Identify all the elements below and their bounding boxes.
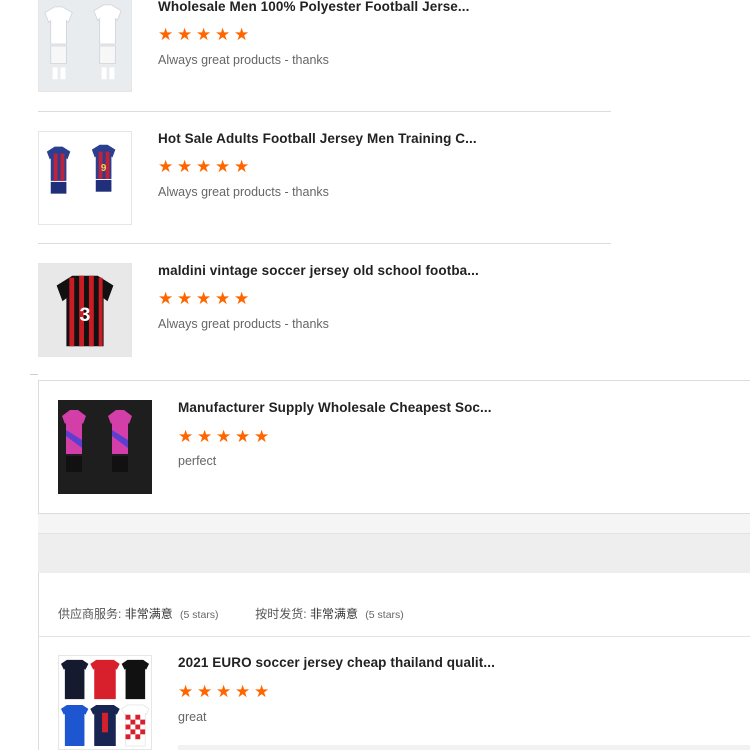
rating-stars: ★ ★ ★ ★ ★: [178, 428, 271, 445]
row-divider: [38, 111, 611, 112]
review-product-title[interactable]: Wholesale Men 100% Polyester Football Je…: [158, 0, 469, 14]
product-thumbnail[interactable]: 3: [38, 263, 132, 357]
star-icon: ★: [196, 289, 212, 308]
section-spacer: [38, 514, 750, 534]
star-icon: ★: [234, 25, 250, 44]
section-header-bar: [38, 533, 750, 573]
star-icon: ★: [216, 427, 232, 446]
star-icon: ★: [254, 682, 270, 701]
rating-stars: ★ ★ ★ ★ ★: [158, 290, 251, 307]
red-black-striped-jersey-image: 3: [39, 264, 131, 356]
star-icon: ★: [196, 157, 212, 176]
row-divider: [38, 636, 750, 637]
rating-stars: ★ ★ ★ ★ ★: [158, 158, 251, 175]
divider-tick: [30, 374, 38, 375]
star-icon: ★: [196, 25, 212, 44]
product-thumbnail[interactable]: [58, 400, 152, 494]
star-icon: ★: [197, 682, 213, 701]
delivery-count: (5 stars): [365, 609, 404, 621]
svg-text:9: 9: [101, 163, 107, 174]
delivery-label: 按时发货:: [255, 607, 307, 621]
review-product-title[interactable]: Manufacturer Supply Wholesale Cheapest S…: [178, 400, 492, 415]
delivery-value: 非常满意: [309, 607, 358, 621]
service-count: (5 stars): [180, 609, 219, 621]
star-icon: ★: [197, 427, 213, 446]
review-comment: great: [178, 710, 207, 724]
reply-bar: [178, 745, 750, 750]
star-icon: ★: [235, 682, 251, 701]
svg-text:3: 3: [80, 304, 91, 326]
star-icon: ★: [177, 289, 193, 308]
white-football-kit-image: [39, 0, 131, 91]
product-thumbnail[interactable]: 9: [38, 131, 132, 225]
product-thumbnail[interactable]: [58, 655, 152, 750]
star-icon: ★: [216, 682, 232, 701]
review-comment: Always great products - thanks: [158, 317, 329, 331]
blue-red-football-kit-image: 9: [39, 132, 131, 224]
star-icon: ★: [235, 427, 251, 446]
star-icon: ★: [158, 25, 174, 44]
star-icon: ★: [177, 25, 193, 44]
star-icon: ★: [178, 427, 194, 446]
review-product-title[interactable]: 2021 EURO soccer jersey cheap thailand q…: [178, 655, 495, 670]
supplier-ratings: 供应商服务: 非常满意 (5 stars) 按时发货: 非常满意 (5 star…: [58, 605, 404, 622]
product-thumbnail[interactable]: [38, 0, 132, 92]
star-icon: ★: [158, 157, 174, 176]
star-icon: ★: [215, 157, 231, 176]
star-icon: ★: [158, 289, 174, 308]
review-product-title[interactable]: maldini vintage soccer jersey old school…: [158, 263, 479, 278]
review-comment: Always great products - thanks: [158, 53, 329, 67]
review-product-title[interactable]: Hot Sale Adults Football Jersey Men Trai…: [158, 131, 477, 146]
review-comment: Always great products - thanks: [158, 185, 329, 199]
star-icon: ★: [215, 289, 231, 308]
star-icon: ★: [177, 157, 193, 176]
rating-stars: ★ ★ ★ ★ ★: [178, 683, 271, 700]
star-icon: ★: [178, 682, 194, 701]
service-value: 非常满意: [124, 607, 173, 621]
star-icon: ★: [234, 289, 250, 308]
row-divider: [38, 243, 611, 244]
star-icon: ★: [234, 157, 250, 176]
star-icon: ★: [254, 427, 270, 446]
star-icon: ★: [215, 25, 231, 44]
service-label: 供应商服务:: [58, 607, 122, 621]
assorted-jerseys-grid-image: [59, 656, 151, 749]
review-comment: perfect: [178, 454, 217, 468]
left-border: [38, 573, 39, 750]
pink-purple-football-kit-image: [58, 400, 152, 494]
rating-stars: ★ ★ ★ ★ ★: [158, 26, 251, 43]
